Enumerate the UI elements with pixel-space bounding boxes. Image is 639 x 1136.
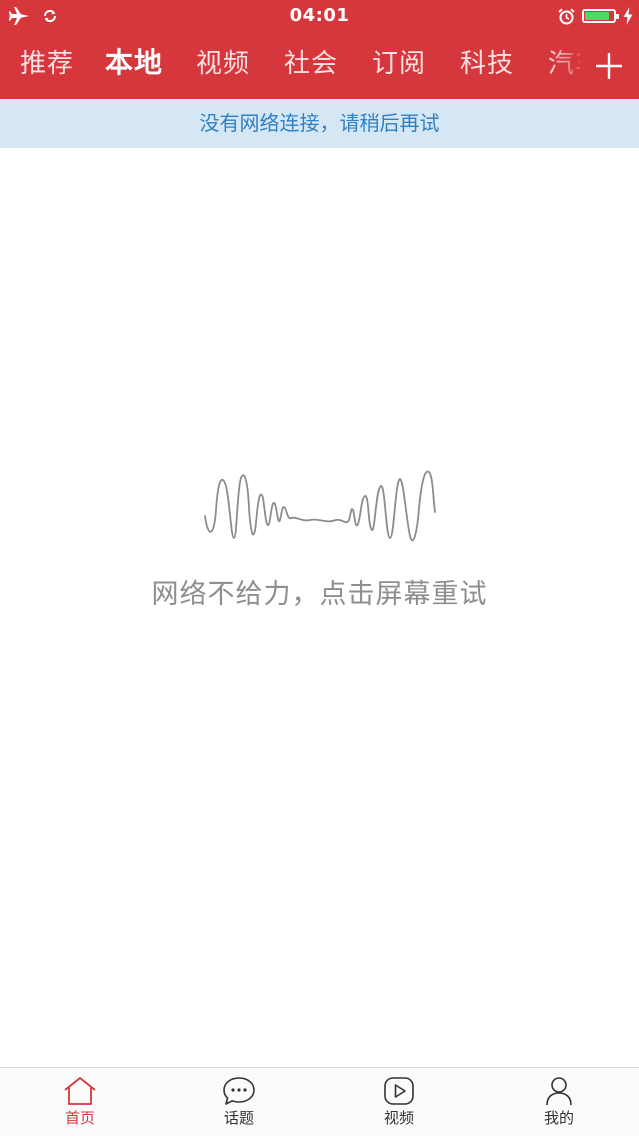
tabbar-video-label: 视频: [383, 1109, 414, 1127]
chat-bubble-icon: [223, 1077, 255, 1105]
tabbar-topics[interactable]: 话题: [194, 1076, 284, 1127]
tabs-fade: [548, 36, 588, 96]
tabbar-home[interactable]: 首页: [35, 1076, 125, 1127]
tab-video[interactable]: 视频: [196, 46, 250, 82]
header: 04:01 推荐 本地 视频 社会 订阅 科技: [0, 0, 639, 99]
tab-local[interactable]: 本地: [105, 45, 163, 81]
app-screen: 04:01 推荐 本地 视频 社会 订阅 科技 没有网络连接，请稍后再试 网络不…: [0, 0, 639, 1136]
tabbar-profile-label: 我的: [543, 1109, 574, 1127]
battery-icon: [582, 9, 619, 23]
offline-notice: 没有网络连接，请稍后再试: [0, 99, 639, 148]
bottom-tab-bar: 首页 话题 视频 我的: [0, 1067, 639, 1136]
charging-icon: [623, 7, 633, 25]
alarm-icon: [558, 7, 575, 24]
tab-subscribe[interactable]: 订阅: [372, 46, 426, 82]
status-bar-right: [558, 4, 633, 28]
battery-level: [585, 12, 609, 20]
retry-area[interactable]: 网络不给力，点击屏幕重试: [0, 460, 639, 620]
signal-wave-icon: [204, 470, 436, 542]
home-icon: [64, 1077, 96, 1105]
status-bar: 04:01: [0, 0, 639, 32]
tabbar-video[interactable]: 视频: [354, 1076, 444, 1127]
tab-society[interactable]: 社会: [284, 46, 338, 82]
tab-tech[interactable]: 科技: [460, 46, 514, 82]
status-time: 04:01: [289, 5, 350, 26]
tabbar-home-label: 首页: [64, 1109, 95, 1127]
user-icon: [546, 1077, 572, 1106]
play-icon: [384, 1077, 414, 1105]
tabbar-profile[interactable]: 我的: [514, 1076, 604, 1127]
tabbar-topics-label: 话题: [223, 1109, 254, 1127]
retry-message: 网络不给力，点击屏幕重试: [151, 579, 488, 610]
plus-icon[interactable]: [595, 52, 623, 80]
tab-recommend[interactable]: 推荐: [20, 46, 74, 82]
channel-tabs: 推荐 本地 视频 社会 订阅 科技 汽车: [0, 36, 580, 96]
